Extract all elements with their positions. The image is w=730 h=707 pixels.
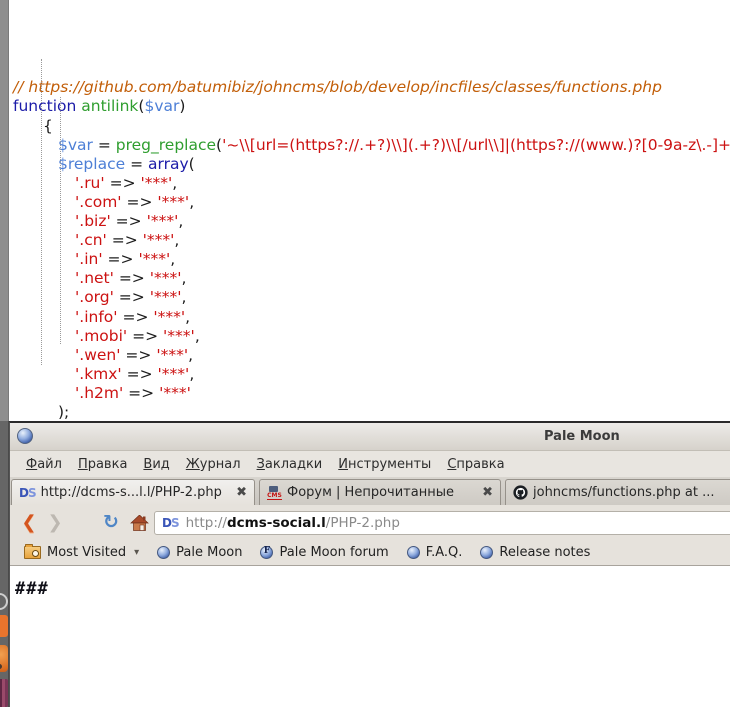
launcher-app-icon[interactable] — [0, 593, 8, 610]
menu-вид[interactable]: Вид — [135, 457, 177, 472]
bookmark-most-visited[interactable]: Most Visited ▾ — [15, 545, 148, 560]
php-code-pane: // https://github.com/batumibiz/johncms/… — [9, 0, 730, 421]
code-line: '.info' => '***', — [13, 308, 730, 327]
tab-title: johncms/functions.php at ... — [533, 485, 730, 500]
code-line: $var = preg_replace('~\\[url=(https?://.… — [13, 136, 730, 155]
code-line: '.biz' => '***', — [13, 212, 730, 231]
code-line: '.com' => '***', — [13, 193, 730, 212]
bookmark-release-notes[interactable]: Release notes — [471, 545, 599, 560]
globe-icon: F — [260, 546, 273, 559]
cms-favicon-icon: CMS — [267, 485, 282, 500]
menu-инструменты[interactable]: Инструменты — [330, 457, 439, 472]
menu-файл[interactable]: Файл — [18, 457, 70, 472]
code-line: ); — [13, 403, 730, 421]
code-line: { — [13, 117, 730, 136]
code-line: function antilink($var) — [13, 97, 730, 116]
menu-закладки[interactable]: Закладки — [249, 457, 331, 472]
launcher-app-icon[interactable] — [0, 645, 8, 672]
bookmark-pale-moon[interactable]: Pale Moon — [148, 545, 251, 560]
url-scheme: http:// — [186, 515, 227, 531]
bookmark-pale-moon-forum[interactable]: F Pale Moon forum — [251, 545, 397, 560]
menu-справка[interactable]: Справка — [439, 457, 512, 472]
code-line: // https://github.com/batumibiz/johncms/… — [13, 78, 730, 97]
code-line: '.net' => '***', — [13, 269, 730, 288]
folder-icon — [24, 546, 41, 559]
code-line: '.mobi' => '***', — [13, 327, 730, 346]
code-line: '.kmx' => '***', — [13, 365, 730, 384]
tab-3[interactable]: johncms/functions.php at ... — [505, 479, 730, 505]
ds-favicon-icon: DS — [162, 516, 179, 530]
bookmark-f-a-q-[interactable]: F.A.Q. — [398, 545, 472, 560]
tab-close-icon[interactable]: ✖ — [236, 486, 247, 499]
ds-favicon-icon: DS — [19, 487, 36, 499]
globe-icon — [157, 546, 170, 559]
tab-1[interactable]: DS http://dcms-s...l.l/PHP-2.php ✖ — [11, 479, 255, 505]
code-line: $replace = array( — [13, 155, 730, 174]
bookmark-label: Pale Moon — [176, 545, 242, 560]
launcher-app-icon[interactable] — [0, 615, 8, 637]
bookmark-label: F.A.Q. — [426, 545, 463, 560]
tab-title: Форум | Непрочитанные — [287, 485, 477, 500]
bookmarks-toolbar: Most Visited ▾ Pale Moon F Pale Moon forum F.… — [10, 540, 730, 566]
window-titlebar[interactable]: Pale Moon — [10, 423, 730, 451]
palemoon-logo-icon — [17, 428, 33, 444]
code-line: '.h2m' => '***' — [13, 384, 730, 403]
menu-bar: ФайлПравкаВидЖурналЗакладкиИнструментыСп… — [10, 451, 730, 477]
globe-icon — [407, 546, 420, 559]
url-domain: dcms-social.l — [227, 515, 326, 531]
forward-button[interactable]: ❯ — [42, 514, 68, 532]
launcher-top-segment — [0, 0, 9, 421]
globe-icon — [480, 546, 493, 559]
bookmark-label: Pale Moon forum — [279, 545, 388, 560]
code-line: '.org' => '***', — [13, 288, 730, 307]
tab-close-icon[interactable]: ✖ — [482, 486, 493, 499]
code-line: '.cn' => '***', — [13, 231, 730, 250]
bookmark-label: Release notes — [499, 545, 590, 560]
home-icon — [130, 515, 149, 531]
launcher-bottom-segment — [0, 421, 9, 707]
tab-2[interactable]: CMS Форум | Непрочитанные ✖ — [259, 479, 501, 505]
url-text: http://dcms-social.l/PHP-2.php — [186, 515, 400, 531]
page-text: ### — [15, 579, 49, 599]
browser-window: Pale Moon ФайлПравкаВидЖурналЗакладкиИнс… — [9, 421, 730, 707]
site-favicon-ds: DS — [162, 517, 179, 529]
url-path: /PHP-2.php — [326, 515, 400, 531]
navigation-toolbar: ❮ ❯ ↻ DS http://dcms-social.l/PHP-2.php — [10, 505, 730, 540]
forum-f-icon: F — [261, 546, 272, 556]
code-line: '.in' => '***', — [13, 250, 730, 269]
chevron-down-icon: ▾ — [134, 547, 139, 558]
tab-title: http://dcms-s...l.l/PHP-2.php — [41, 485, 231, 500]
bookmark-label: Most Visited — [47, 545, 126, 560]
url-bar[interactable]: DS http://dcms-social.l/PHP-2.php — [154, 511, 730, 535]
window-title: Pale Moon — [544, 429, 620, 444]
github-favicon-icon — [513, 485, 528, 500]
code-line: '.wen' => '***', — [13, 346, 730, 365]
back-button[interactable]: ❮ — [16, 514, 42, 532]
page-content: ### — [10, 566, 730, 707]
menu-журнал[interactable]: Журнал — [178, 457, 249, 472]
screen: // https://github.com/batumibiz/johncms/… — [0, 0, 730, 707]
indent-guide — [41, 59, 42, 365]
reload-button[interactable]: ↻ — [98, 513, 124, 532]
tab-bar: DS http://dcms-s...l.l/PHP-2.php ✖ CMS Форум… — [10, 477, 730, 505]
code-line: '.ru' => '***', — [13, 174, 730, 193]
home-button[interactable] — [124, 515, 154, 531]
indent-guide — [60, 97, 61, 344]
launcher-app-icon[interactable] — [0, 679, 8, 707]
menu-правка[interactable]: Правка — [70, 457, 135, 472]
unity-launcher-strip — [0, 0, 9, 707]
